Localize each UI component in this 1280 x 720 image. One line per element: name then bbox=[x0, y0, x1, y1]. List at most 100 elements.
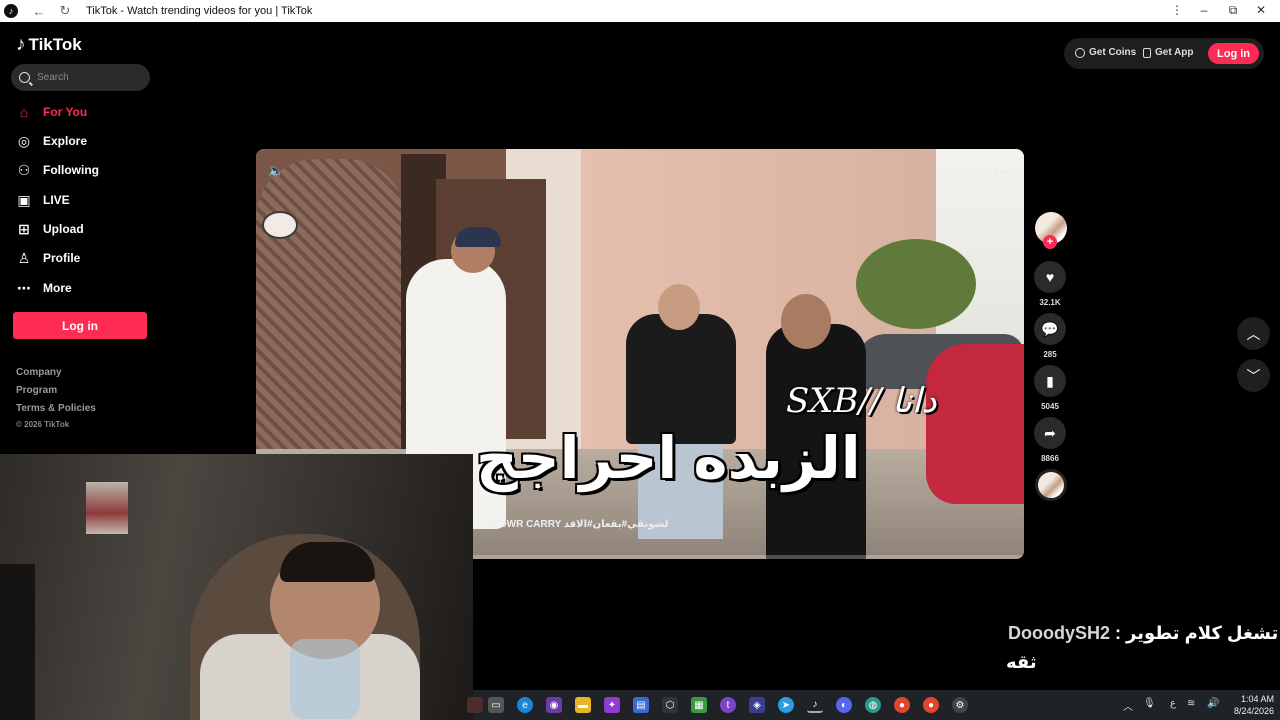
video-scene-head bbox=[781, 294, 831, 349]
language-indicator[interactable]: ع bbox=[1170, 698, 1176, 709]
volume-icon[interactable]: 🔈 bbox=[268, 163, 284, 178]
heart-icon[interactable]: ♥ bbox=[1034, 261, 1066, 293]
stream-chat-message-2: ثقه bbox=[1006, 652, 1037, 672]
settings-gear-icon[interactable]: ⚙ bbox=[952, 697, 968, 713]
header-login-button[interactable]: Log in bbox=[1208, 43, 1259, 64]
speaker-icon[interactable]: 🔊 bbox=[1207, 698, 1219, 709]
like-count: 32.1K bbox=[1039, 298, 1061, 307]
upload-icon: ⊞ bbox=[18, 220, 30, 237]
sidebar-item-profile[interactable]: ♙ Profile bbox=[16, 249, 81, 267]
minecraft-icon[interactable]: ▦ bbox=[691, 697, 707, 713]
more-options-icon[interactable]: ··· bbox=[994, 163, 1011, 179]
copilot-icon[interactable]: ✦ bbox=[604, 697, 620, 713]
logo-text: TikTok bbox=[28, 35, 82, 54]
next-video-button[interactable]: ﹀ bbox=[1237, 359, 1270, 392]
video-watermark-logo bbox=[262, 211, 298, 239]
chrome-profile-icon[interactable]: ● bbox=[923, 697, 939, 713]
store-icon[interactable]: ▤ bbox=[633, 697, 649, 713]
menu-dots-icon[interactable]: ⋮ bbox=[1167, 3, 1187, 17]
bookmark-icon[interactable]: ▮ bbox=[1034, 365, 1066, 397]
wifi-icon[interactable]: ≋ bbox=[1187, 698, 1195, 709]
window-titlebar: ♪ ← ↻ TikTok - Watch trending videos for… bbox=[0, 0, 1280, 22]
chrome-icon[interactable]: ● bbox=[894, 697, 910, 713]
sidebar-item-for-you[interactable]: ⌂ For You bbox=[16, 103, 87, 121]
folder-icon[interactable]: ▬ bbox=[575, 697, 591, 713]
comment-count: 285 bbox=[1043, 350, 1057, 359]
previous-video-button[interactable]: ︿ bbox=[1237, 317, 1270, 350]
sidebar-item-more[interactable]: ⋯ More bbox=[16, 279, 72, 297]
tiktok-app-icon[interactable]: ♪ bbox=[807, 697, 823, 713]
video-scene-door bbox=[256, 159, 406, 459]
close-icon[interactable]: ✕ bbox=[1251, 3, 1271, 17]
tiktok-note-icon: ♪ bbox=[16, 34, 26, 55]
webcam-bottle bbox=[290, 639, 360, 719]
search-icon bbox=[19, 72, 30, 83]
get-coins-link[interactable]: Get Coins bbox=[1075, 47, 1136, 58]
sidebar-item-following[interactable]: ⚇ Following bbox=[16, 161, 99, 179]
globe-icon[interactable]: ◍ bbox=[865, 697, 881, 713]
comment-icon[interactable]: 💬 bbox=[1034, 313, 1066, 345]
share-count: 8866 bbox=[1041, 454, 1059, 463]
get-app-link[interactable]: Get App bbox=[1143, 47, 1194, 58]
video-scene-tree bbox=[856, 239, 976, 329]
phone-icon bbox=[1143, 47, 1151, 58]
footer-link-company[interactable]: Company bbox=[16, 367, 62, 378]
get-coins-label: Get Coins bbox=[1089, 47, 1137, 58]
search-placeholder: Search bbox=[37, 72, 69, 83]
copyright: © 2026 TikTok bbox=[16, 420, 70, 429]
taskbar-clock[interactable]: 1:04 AM 8/24/2026 bbox=[1230, 693, 1274, 717]
sidebar-item-label: Following bbox=[43, 163, 99, 177]
share-icon[interactable]: ➦ bbox=[1034, 417, 1066, 449]
discord-icon[interactable]: ◐ bbox=[836, 697, 852, 713]
more-icon: ⋯ bbox=[17, 279, 31, 296]
webcam-poster bbox=[86, 482, 128, 534]
edge-icon[interactable]: e bbox=[517, 697, 533, 713]
sidebar-login-button[interactable]: Log in bbox=[13, 312, 147, 339]
webcam-door bbox=[0, 564, 35, 720]
telegram-icon[interactable]: ➤ bbox=[778, 697, 794, 713]
stream-chat-message: DooodySH2 : لا تشغل كلام تطوير bbox=[1008, 623, 1280, 644]
sidebar-item-label: More bbox=[43, 281, 72, 295]
follow-plus-icon[interactable]: + bbox=[1043, 235, 1057, 249]
minimize-icon[interactable]: – bbox=[1194, 3, 1214, 17]
tray-expand-icon[interactable]: ︿ bbox=[1123, 698, 1133, 713]
app-icon[interactable] bbox=[467, 697, 483, 713]
webcam-hair bbox=[280, 542, 375, 582]
window-title: TikTok - Watch trending videos for you |… bbox=[86, 5, 313, 17]
music-disc-icon[interactable] bbox=[1035, 469, 1067, 501]
sidebar-item-label: For You bbox=[43, 105, 88, 119]
search-input[interactable]: Search bbox=[11, 64, 150, 91]
tiktok-logo[interactable]: ♪ TikTok bbox=[16, 34, 82, 56]
chat-username: DooodySH2 bbox=[1008, 623, 1111, 643]
save-count: 5045 bbox=[1041, 402, 1059, 411]
file-explorer-pane-icon[interactable]: ▭ bbox=[488, 697, 504, 713]
following-icon: ⚇ bbox=[17, 161, 31, 178]
sidebar-item-explore[interactable]: ◎ Explore bbox=[16, 132, 87, 150]
comment-action[interactable]: 💬 285 bbox=[1034, 313, 1066, 359]
windows-taskbar: ▭ e ◉ ▬ ✦ ▤ ⬡ ▦ t ◈ ➤ ♪ ◐ ◍ ● ● ⚙ ︿ 🎙 ع … bbox=[467, 690, 1280, 720]
save-action[interactable]: ▮ 5045 bbox=[1034, 365, 1066, 411]
video-scene-head bbox=[658, 284, 700, 330]
share-action[interactable]: ➦ 8866 bbox=[1034, 417, 1066, 463]
sidebar-item-upload[interactable]: ⊞ Upload bbox=[16, 220, 84, 238]
reload-icon[interactable]: ↻ bbox=[54, 3, 76, 19]
app-cube-icon[interactable]: ⬡ bbox=[662, 697, 678, 713]
footer-link-terms[interactable]: Terms & Policies bbox=[16, 403, 96, 414]
webcam-overlay bbox=[0, 454, 473, 720]
network-icon[interactable]: ◈ bbox=[749, 697, 765, 713]
sidebar-item-live[interactable]: ▣ LIVE bbox=[16, 191, 69, 209]
live-icon: ▣ bbox=[17, 191, 31, 208]
video-overlay-title: الزبده احراجج bbox=[476, 426, 861, 491]
home-icon: ⌂ bbox=[19, 104, 29, 120]
obs-icon[interactable]: ◉ bbox=[546, 697, 562, 713]
like-action[interactable]: ♥ 32.1K bbox=[1034, 261, 1066, 307]
tiktok-favicon-icon: ♪ bbox=[4, 4, 18, 18]
restore-icon[interactable]: ⧉ bbox=[1223, 3, 1243, 18]
clock-time: 1:04 AM bbox=[1240, 694, 1274, 704]
back-arrow-icon[interactable]: ← bbox=[28, 4, 50, 19]
microphone-icon[interactable]: 🎙 bbox=[1143, 698, 1156, 709]
video-scene-red-car bbox=[926, 344, 1024, 504]
twitch-icon[interactable]: t bbox=[720, 697, 736, 713]
footer-link-program[interactable]: Program bbox=[16, 385, 57, 396]
clock-date: 8/24/2026 bbox=[1233, 706, 1274, 716]
